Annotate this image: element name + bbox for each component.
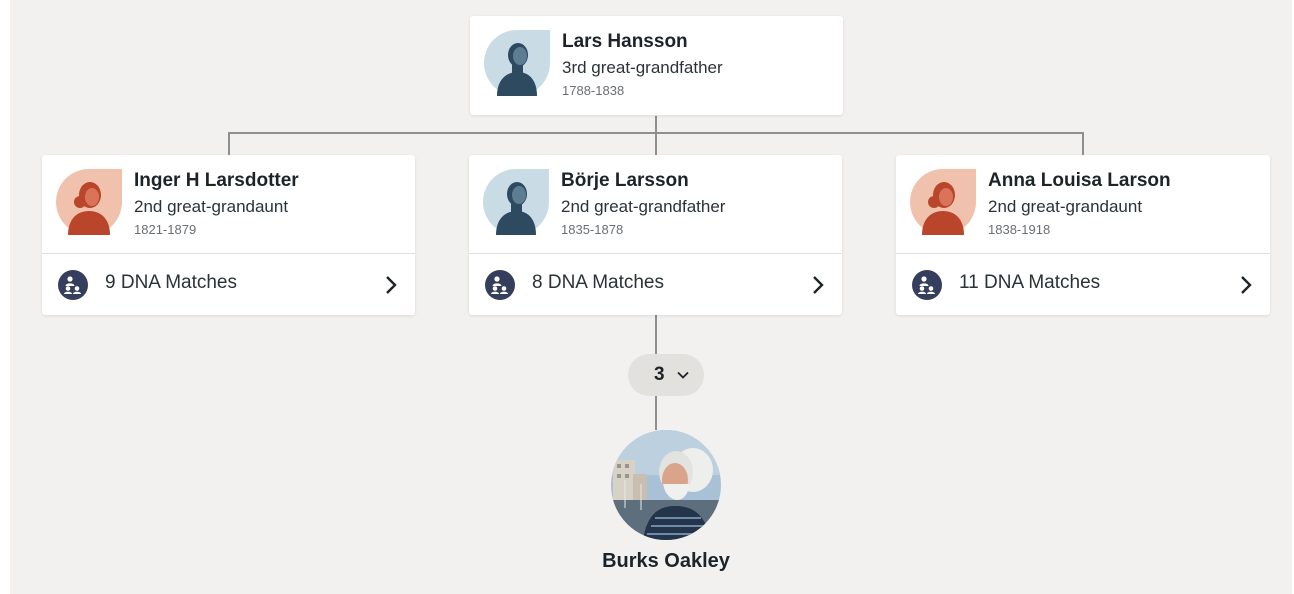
ancestor-card[interactable]: Inger H Larsdotter 2nd great-grandaunt 1…: [42, 155, 415, 315]
dna-matches-label: 9 DNA Matches: [105, 272, 237, 293]
male-avatar-icon: [483, 169, 549, 235]
ancestor-dates: 1835-1878: [561, 222, 624, 237]
connector-root-down: [655, 116, 657, 133]
generations-toggle-button[interactable]: 3: [628, 354, 704, 396]
ancestor-dates: 1838-1918: [988, 222, 1051, 237]
ancestor-relationship: 2nd great-grandfather: [561, 197, 726, 216]
dna-matches-icon: [485, 270, 515, 300]
dna-matches-link[interactable]: 11 DNA Matches: [896, 254, 1270, 315]
ancestor-relationship: 2nd great-grandaunt: [988, 197, 1143, 216]
dna-matches-link[interactable]: 8 DNA Matches: [469, 254, 842, 315]
connector-right-drop: [1082, 132, 1084, 155]
dna-matches-icon: [912, 270, 942, 300]
connector-left-drop: [228, 132, 230, 155]
ancestor-card[interactable]: Anna Louisa Larson 2nd great-grandaunt 1…: [896, 155, 1270, 315]
profile-photo[interactable]: [611, 430, 721, 540]
female-avatar-icon: [910, 169, 976, 235]
ancestor-name: Anna Louisa Larson: [988, 170, 1171, 191]
ancestor-relationship: 2nd great-grandaunt: [134, 197, 289, 216]
chevron-down-icon: [677, 371, 689, 379]
self-name: Burks Oakley: [602, 550, 730, 572]
ancestor-dates: 1821-1879: [134, 222, 197, 237]
ancestor-card[interactable]: Börje Larsson 2nd great-grandfather 1835…: [469, 155, 842, 315]
connector-to-pill: [655, 315, 657, 354]
female-avatar-icon: [56, 169, 122, 235]
ancestor-name: Inger H Larsdotter: [134, 170, 299, 191]
connector-to-self: [655, 396, 657, 430]
tree-canvas: Lars Hansson 3rd great-grandfather 1788-…: [10, 0, 1292, 594]
ancestor-name: Lars Hansson: [562, 31, 688, 52]
chevron-right-icon: [1241, 276, 1252, 294]
ancestor-dates: 1788-1838: [562, 83, 625, 98]
dna-matches-label: 11 DNA Matches: [959, 272, 1101, 293]
ancestor-name: Börje Larsson: [561, 170, 689, 191]
dna-matches-icon: [58, 270, 88, 300]
connector-center-drop: [655, 132, 657, 155]
generations-count: 3: [654, 364, 665, 385]
chevron-right-icon: [813, 276, 824, 294]
dna-matches-link[interactable]: 9 DNA Matches: [42, 254, 415, 315]
ancestor-card-root[interactable]: Lars Hansson 3rd great-grandfather 1788-…: [470, 16, 843, 115]
chevron-right-icon: [386, 276, 397, 294]
ancestor-relationship: 3rd great-grandfather: [562, 58, 723, 77]
dna-matches-label: 8 DNA Matches: [532, 272, 664, 293]
male-avatar-icon: [484, 30, 550, 96]
